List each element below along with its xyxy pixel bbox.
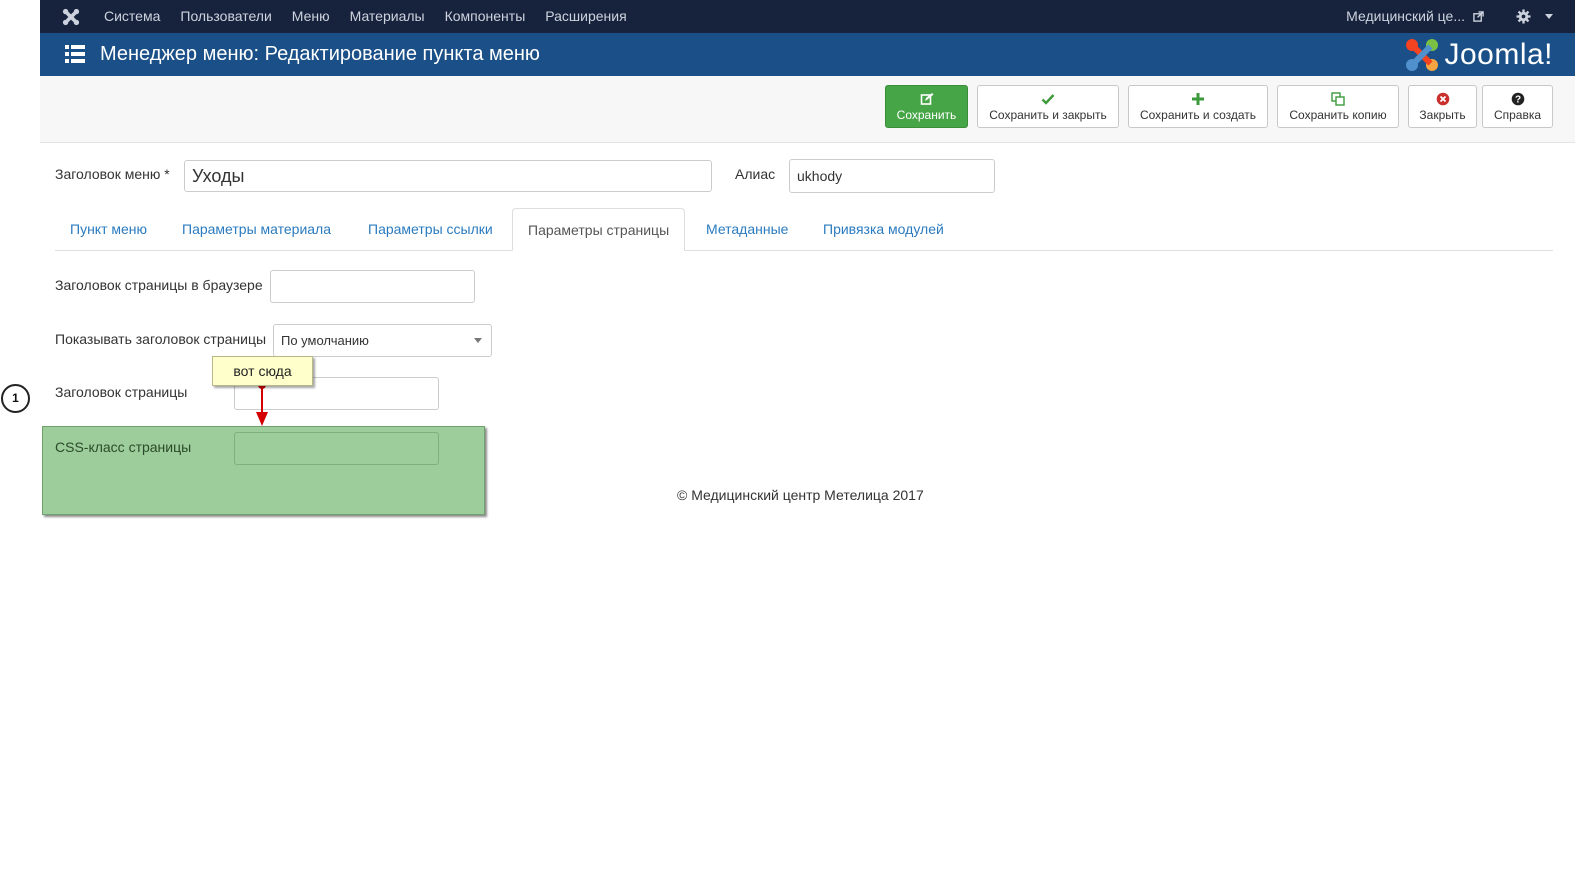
joomla-brand: Joomla! <box>1404 37 1553 73</box>
step-number-badge: 1 <box>1 384 30 413</box>
help-button[interactable]: ? Справка <box>1482 85 1553 128</box>
tab-link-options[interactable]: Параметры ссылки <box>353 208 508 250</box>
menu-title-label: Заголовок меню * <box>55 166 170 182</box>
main-menu: Система Пользователи Меню Материалы Комп… <box>104 8 647 24</box>
browser-title-label: Заголовок страницы в браузере <box>55 277 263 293</box>
footer-copyright: © Медицинский центр Метелица 2017 <box>677 487 924 503</box>
title-bar: Менеджер меню: Редактирование пункта мен… <box>40 33 1575 76</box>
gear-icon[interactable] <box>1516 8 1531 24</box>
menu-item-menus[interactable]: Меню <box>292 8 330 24</box>
menu-item-extensions[interactable]: Расширения <box>545 8 626 24</box>
show-heading-label: Показывать заголовок страницы <box>55 331 267 347</box>
svg-text:?: ? <box>1514 95 1520 106</box>
menu-item-content[interactable]: Материалы <box>350 8 425 24</box>
tab-article-options[interactable]: Параметры материала <box>167 208 346 250</box>
close-icon <box>1436 92 1449 106</box>
edit-icon <box>920 93 933 105</box>
page-title: Менеджер меню: Редактирование пункта мен… <box>100 43 540 65</box>
check-icon <box>1041 94 1055 105</box>
tab-page-display[interactable]: Параметры страницы <box>512 208 686 251</box>
site-link[interactable]: Медицинский це... <box>1346 8 1465 24</box>
chevron-down-icon <box>474 338 482 343</box>
save-new-button[interactable]: Сохранить и создать <box>1128 85 1268 128</box>
plus-icon <box>1192 93 1204 105</box>
menu-item-components[interactable]: Компоненты <box>445 8 526 24</box>
copy-icon <box>1331 92 1345 106</box>
menu-title-input[interactable]: Уходы <box>184 160 712 192</box>
joomla-icon[interactable] <box>62 8 80 26</box>
topnav-right: Медицинский це... <box>1346 8 1553 24</box>
top-navbar: Система Пользователи Меню Материалы Комп… <box>40 0 1575 33</box>
css-class-label: CSS-класс страницы <box>55 439 192 455</box>
joomla-logo-icon <box>1406 39 1439 71</box>
close-label: Закрыть <box>1419 108 1466 122</box>
annotation-highlight: CSS-класс страницы <box>42 426 485 515</box>
css-class-input[interactable] <box>234 432 439 465</box>
tab-menu-item[interactable]: Пункт меню <box>55 208 162 250</box>
external-link-icon <box>1473 10 1484 22</box>
save-button[interactable]: Сохранить <box>885 85 968 128</box>
menu-item-users[interactable]: Пользователи <box>180 8 271 24</box>
alias-value: ukhody <box>797 168 843 184</box>
annotation-callout: вот сюда <box>212 356 313 386</box>
save-copy-button[interactable]: Сохранить копию <box>1277 85 1399 128</box>
alias-input[interactable]: ukhody <box>789 159 995 193</box>
chevron-down-icon[interactable] <box>1545 13 1553 19</box>
toolbar: Сохранить Сохранить и закрыть Сохранить … <box>40 76 1575 143</box>
save-new-label: Сохранить и создать <box>1139 108 1257 122</box>
show-heading-value: По умолчанию <box>281 333 369 348</box>
menu-title-value: Уходы <box>192 165 245 186</box>
page-heading-label: Заголовок страницы <box>55 384 188 400</box>
tab-bar: Пункт меню Параметры материала Параметры… <box>55 208 1553 251</box>
alias-label: Алиас <box>735 166 776 182</box>
brand-text: Joomla! <box>1444 38 1553 71</box>
help-label: Справка <box>1493 108 1542 122</box>
save-copy-label: Сохранить копию <box>1289 108 1387 122</box>
show-heading-select[interactable]: По умолчанию <box>273 324 492 357</box>
browser-title-input[interactable] <box>270 270 475 303</box>
close-button[interactable]: Закрыть <box>1408 85 1477 128</box>
question-icon: ? <box>1511 92 1524 106</box>
save-close-label: Сохранить и закрыть <box>989 108 1107 122</box>
tab-module-assignment[interactable]: Привязка модулей <box>808 208 959 250</box>
tab-metadata[interactable]: Метаданные <box>691 208 803 250</box>
save-close-button[interactable]: Сохранить и закрыть <box>977 85 1119 128</box>
save-label: Сохранить <box>896 108 957 122</box>
menu-item-system[interactable]: Система <box>104 8 160 24</box>
list-icon <box>65 45 85 63</box>
